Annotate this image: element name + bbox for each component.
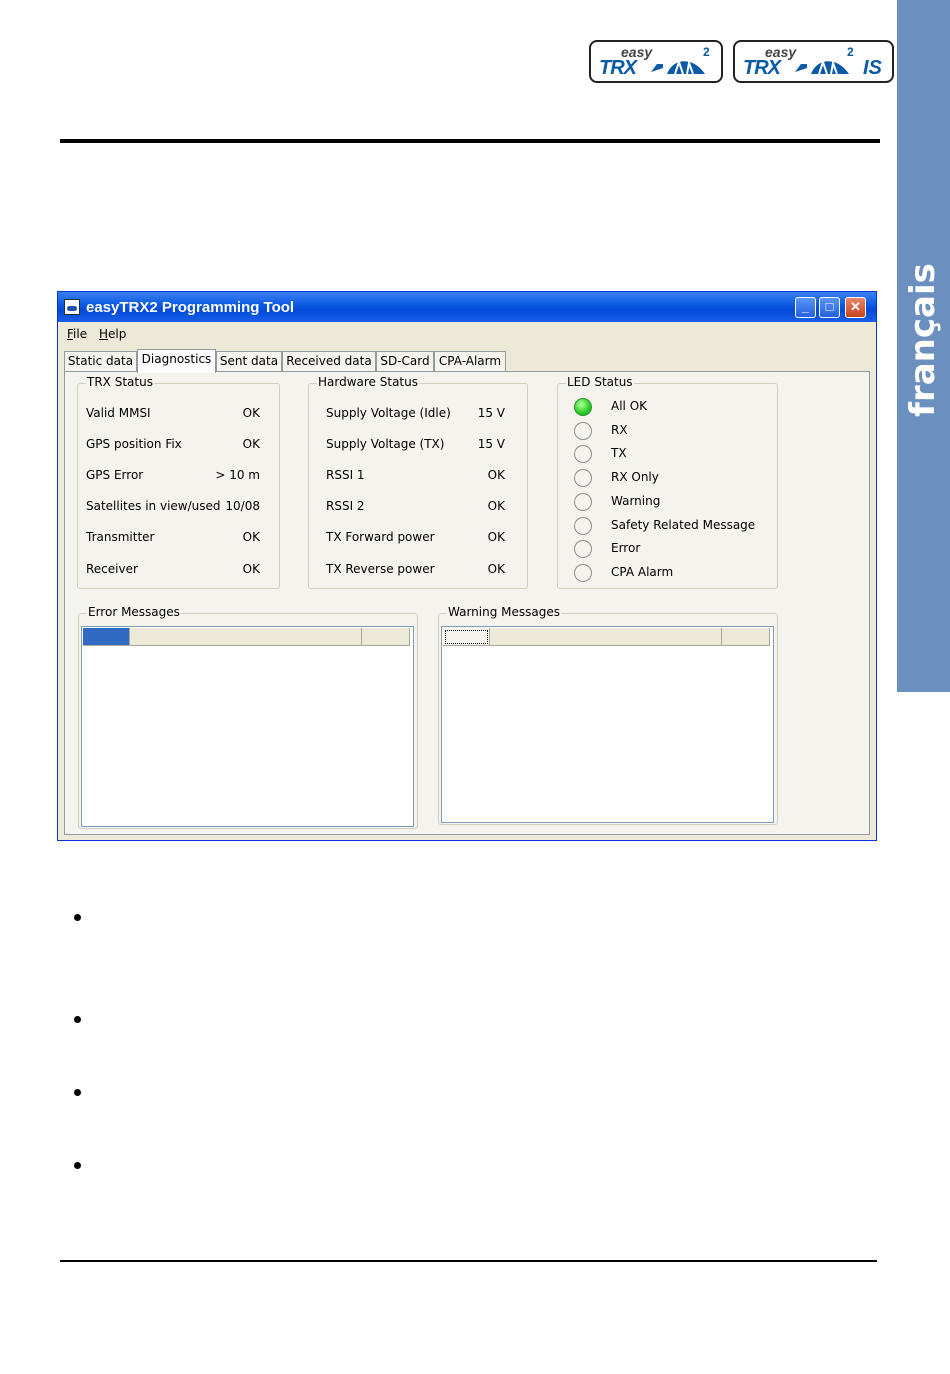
led-indicator bbox=[574, 398, 592, 416]
trx-status-title: TRX Status bbox=[86, 375, 154, 389]
hw-value: OK bbox=[487, 562, 505, 576]
error-messages-group: Error Messages bbox=[78, 605, 418, 829]
led-label: All OK bbox=[611, 399, 648, 413]
warning-messages-list[interactable] bbox=[441, 626, 774, 823]
tab-received-data[interactable]: Received data bbox=[282, 351, 376, 372]
led-indicator bbox=[574, 492, 592, 511]
boat-icon bbox=[795, 58, 849, 75]
hw-label: RSSI 2 bbox=[326, 499, 365, 513]
led-indicator bbox=[574, 445, 592, 464]
error-messages-list[interactable] bbox=[81, 626, 414, 827]
warning-messages-title: Warning Messages bbox=[447, 605, 561, 619]
led-indicator bbox=[574, 563, 592, 582]
menu-file[interactable]: File bbox=[67, 327, 87, 341]
hw-value: 15 V bbox=[477, 406, 505, 420]
led-label: Safety Related Message bbox=[611, 517, 756, 532]
easytrx2-is-logo: easy TRX 2 IS bbox=[733, 40, 894, 83]
trx-value: OK bbox=[242, 562, 260, 576]
warning-messages-group: Warning Messages bbox=[438, 605, 778, 825]
trx-status-group: TRX Status Valid MMSI OK GPS position Fi… bbox=[77, 375, 280, 589]
tab-cpa-alarm[interactable]: CPA-Alarm bbox=[434, 351, 506, 372]
led-status-group: LED Status All OK RX TX RX Only Warning Safet… bbox=[557, 375, 778, 589]
trx-value: OK bbox=[242, 530, 260, 544]
tab-diagnostics[interactable]: Diagnostics bbox=[137, 349, 216, 373]
header-rule bbox=[60, 139, 880, 143]
logo-trx-text: TRX bbox=[599, 57, 637, 79]
trx-value: OK bbox=[242, 406, 260, 420]
diagnostics-panel: TRX Status Valid MMSI OK GPS position Fi… bbox=[64, 371, 870, 835]
bullet bbox=[74, 1089, 81, 1096]
trx-label: GPS position Fix bbox=[86, 437, 182, 451]
tab-static-data[interactable]: Static data bbox=[64, 351, 137, 372]
tab-sd-card[interactable]: SD-Card bbox=[376, 351, 434, 372]
led-indicator bbox=[574, 469, 592, 488]
bullet bbox=[74, 1016, 81, 1023]
window-title: easyTRX2 Programming Tool bbox=[86, 299, 295, 316]
bullet bbox=[74, 914, 81, 921]
maximize-button[interactable]: □ bbox=[819, 297, 840, 318]
tab-sent-data[interactable]: Sent data bbox=[216, 351, 282, 372]
led-label: TX bbox=[611, 446, 627, 461]
hw-label: RSSI 1 bbox=[326, 468, 365, 482]
footer-rule bbox=[60, 1260, 877, 1262]
trx-value: > 10 m bbox=[215, 468, 260, 482]
easytrx2-logo: easy TRX 2 bbox=[589, 40, 723, 83]
led-label: Error bbox=[611, 541, 641, 556]
warning-column-header-1[interactable] bbox=[443, 628, 490, 646]
led-label: RX bbox=[611, 422, 628, 437]
warning-column-header-3[interactable] bbox=[722, 628, 770, 646]
warning-column-header-2[interactable] bbox=[490, 628, 722, 646]
error-column-header-3[interactable] bbox=[362, 628, 410, 646]
error-column-header-2[interactable] bbox=[130, 628, 362, 646]
hardware-status-title: Hardware Status bbox=[317, 375, 419, 389]
hw-value: OK bbox=[487, 468, 505, 482]
menu-bar: File Help bbox=[58, 322, 876, 344]
led-indicator bbox=[574, 421, 592, 440]
bullet bbox=[74, 1162, 81, 1169]
trx-label: GPS Error bbox=[86, 468, 144, 482]
error-column-header-1[interactable] bbox=[83, 628, 130, 646]
hw-label: TX Forward power bbox=[326, 530, 435, 544]
error-messages-title: Error Messages bbox=[87, 605, 181, 619]
hw-label: Supply Voltage (Idle) bbox=[326, 406, 451, 420]
hw-value: OK bbox=[487, 499, 505, 513]
menu-help[interactable]: Help bbox=[99, 327, 126, 341]
app-window: easyTRX2 Programming Tool _ □ ✕ File Hel… bbox=[57, 291, 877, 841]
language-label: français bbox=[903, 263, 943, 417]
trx-value: OK bbox=[242, 437, 260, 451]
boat-icon bbox=[651, 58, 705, 75]
hw-label: TX Reverse power bbox=[326, 562, 435, 576]
hw-value: 15 V bbox=[477, 437, 505, 451]
led-label: RX Only bbox=[611, 470, 659, 485]
trx-value: 10/08 bbox=[225, 499, 260, 513]
app-icon bbox=[64, 299, 80, 315]
hw-label: Supply Voltage (TX) bbox=[326, 437, 445, 451]
led-indicator bbox=[574, 516, 592, 535]
language-side-tab: français bbox=[897, 0, 950, 692]
title-bar[interactable]: easyTRX2 Programming Tool _ □ ✕ bbox=[58, 292, 876, 322]
led-label: CPA Alarm bbox=[611, 564, 674, 579]
trx-label: Transmitter bbox=[86, 530, 155, 544]
led-indicator bbox=[574, 540, 592, 559]
logo-is-text: IS bbox=[863, 57, 882, 79]
led-label: Warning bbox=[611, 493, 661, 508]
hw-value: OK bbox=[487, 530, 505, 544]
close-button[interactable]: ✕ bbox=[845, 297, 866, 318]
logo-trx-text: TRX bbox=[743, 57, 781, 79]
trx-label: Valid MMSI bbox=[86, 406, 151, 420]
trx-label: Receiver bbox=[86, 562, 138, 576]
minimize-button[interactable]: _ bbox=[795, 297, 816, 318]
hardware-status-group: Hardware Status Supply Voltage (Idle) 15… bbox=[308, 375, 528, 589]
led-status-title: LED Status bbox=[566, 375, 634, 389]
trx-label: Satellites in view/used bbox=[86, 499, 221, 513]
